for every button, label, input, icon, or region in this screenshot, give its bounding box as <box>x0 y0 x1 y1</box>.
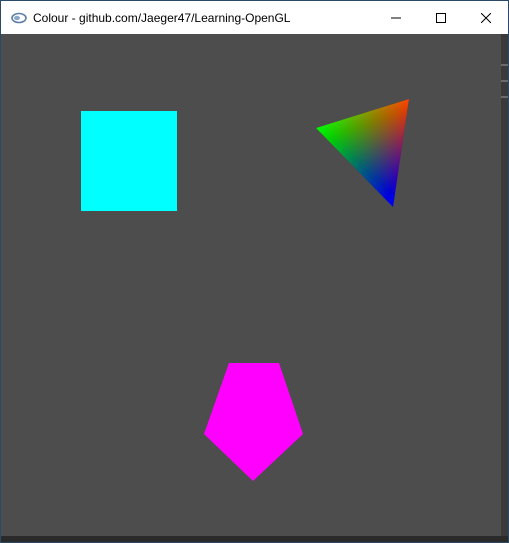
window-bottom-border <box>1 536 508 542</box>
cyan-square <box>81 111 177 211</box>
maximize-button[interactable] <box>418 1 463 34</box>
opengl-app-icon <box>11 10 27 26</box>
maximize-icon <box>435 12 446 23</box>
magenta-pentagon <box>204 363 303 481</box>
minimize-button[interactable] <box>373 1 418 34</box>
window-title: Colour - github.com/Jaeger47/Learning-Op… <box>33 10 291 25</box>
opengl-render-canvas[interactable] <box>1 34 501 536</box>
close-button[interactable] <box>463 1 508 34</box>
close-icon <box>480 12 491 23</box>
background-window-edge <box>501 34 508 536</box>
minimize-icon <box>390 17 401 18</box>
title-bar[interactable]: Colour - github.com/Jaeger47/Learning-Op… <box>1 1 508 34</box>
scene-svg <box>81 99 409 481</box>
app-window: Colour - github.com/Jaeger47/Learning-Op… <box>0 0 509 543</box>
rgb-triangle <box>316 99 409 207</box>
